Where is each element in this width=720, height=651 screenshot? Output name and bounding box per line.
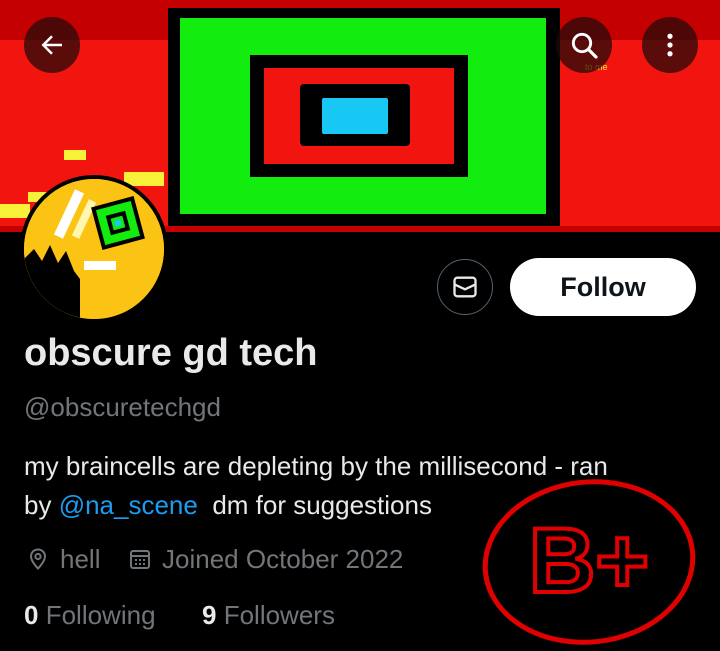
message-button[interactable]: [437, 259, 493, 315]
search-icon: [571, 32, 598, 59]
banner-yellow-block: [64, 150, 86, 160]
search-button[interactable]: [556, 17, 612, 73]
joined-text: Joined October 2022: [162, 543, 404, 574]
avatar[interactable]: [20, 175, 168, 323]
following-link[interactable]: 0 Following: [24, 600, 156, 631]
following-label: Following: [45, 600, 156, 630]
location-text: hell: [60, 543, 101, 574]
mention-link[interactable]: @na_scene: [59, 490, 198, 520]
banner-yellow-block: [0, 204, 30, 218]
grade-text: B+: [529, 510, 649, 612]
calendar-icon: [130, 550, 150, 569]
display-name: obscure gd tech: [24, 332, 318, 374]
bio-by: by: [24, 490, 52, 520]
user-handle: @obscuretechgd: [24, 392, 221, 422]
message-icon: [453, 276, 477, 298]
followers-label: Followers: [223, 600, 335, 630]
more-vertical-icon: [667, 33, 673, 57]
following-count: 0: [24, 600, 39, 630]
location-item: hell: [26, 542, 100, 576]
back-arrow-icon: [41, 35, 62, 55]
follow-button[interactable]: Follow: [510, 258, 696, 316]
followers-link[interactable]: 9 Followers: [202, 600, 335, 631]
back-button[interactable]: [24, 17, 80, 73]
location-pin-icon: [29, 548, 47, 570]
followers-count: 9: [202, 600, 217, 630]
grade-annotation: B+: [482, 479, 696, 645]
avatar-image: [24, 179, 164, 319]
joined-item: Joined October 2022: [128, 542, 403, 576]
more-options-button[interactable]: [642, 17, 698, 73]
banner-blue-square: [322, 98, 388, 134]
bio-suffix: dm for suggestions: [212, 490, 432, 520]
